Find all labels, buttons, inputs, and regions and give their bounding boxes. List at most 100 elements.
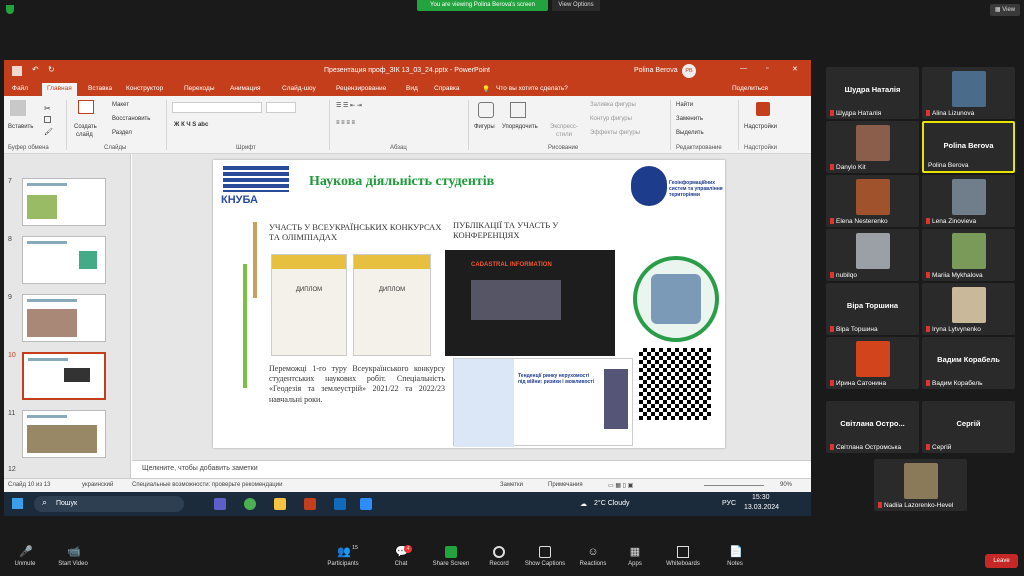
- section-button[interactable]: Раздел: [112, 130, 132, 136]
- chat-button[interactable]: 💬 4 Chat: [378, 545, 424, 567]
- participant-tile[interactable]: Mariia Mykhalova: [922, 229, 1015, 281]
- shape-outline-button[interactable]: Контур фигуры: [590, 116, 632, 122]
- notes-pane[interactable]: Щелкните, чтобы добавить заметки: [132, 460, 811, 478]
- record-button[interactable]: Record: [476, 546, 522, 567]
- accessibility-status[interactable]: Специальные возможности: проверьте реком…: [132, 482, 282, 488]
- redo-icon[interactable]: ↻: [48, 65, 55, 74]
- paste-icon[interactable]: [10, 100, 26, 116]
- slide-thumbnail[interactable]: [22, 236, 106, 284]
- participant-tile[interactable]: Lena Zinovieva: [922, 175, 1015, 227]
- notes-toggle[interactable]: Заметки: [500, 482, 523, 488]
- quick-styles-button-line2[interactable]: стили: [556, 132, 572, 138]
- tab-transitions[interactable]: Переходы: [184, 85, 215, 92]
- participant-tile[interactable]: Шудра Наталія Шудра Наталія: [826, 67, 919, 119]
- share-screen-button[interactable]: Share Screen: [428, 546, 474, 567]
- new-slide-button-line2[interactable]: слайд: [76, 132, 93, 138]
- windows-start-icon[interactable]: [12, 498, 23, 509]
- tab-file[interactable]: Файл: [12, 85, 28, 92]
- cut-icon[interactable]: ✂: [44, 104, 51, 113]
- arrange-icon[interactable]: [510, 102, 526, 118]
- tab-design[interactable]: Конструктор: [126, 85, 163, 92]
- language-text[interactable]: РУС: [722, 500, 736, 507]
- participant-tile[interactable]: Вадим Корабель Вадим Корабель: [922, 337, 1015, 389]
- reactions-button[interactable]: ☺ Reactions: [570, 546, 616, 567]
- user-avatar[interactable]: PB: [682, 64, 696, 78]
- tab-insert[interactable]: Вставка: [88, 85, 112, 92]
- addins-icon[interactable]: [756, 102, 770, 116]
- shapes-button[interactable]: Фигуры: [474, 124, 495, 130]
- bold-icon[interactable]: Ж К Ч S abc: [174, 122, 208, 128]
- tab-slideshow[interactable]: Слайд-шоу: [282, 85, 316, 92]
- close-icon[interactable]: ✕: [792, 65, 798, 73]
- slide-thumbnails-pane[interactable]: 7 8 9 10 11 12: [4, 154, 131, 478]
- leave-button[interactable]: Leave: [985, 554, 1018, 568]
- apps-button[interactable]: ▦ Apps: [612, 546, 658, 567]
- participant-tile[interactable]: nubilqo: [826, 229, 919, 281]
- zoom-slider[interactable]: [704, 485, 764, 486]
- copy-icon[interactable]: [44, 116, 51, 123]
- tab-home[interactable]: Главная: [42, 83, 77, 96]
- participant-tile[interactable]: Iryna Lytvynenko: [922, 283, 1015, 335]
- outlook-icon[interactable]: [334, 498, 346, 510]
- zoom-icon[interactable]: [360, 498, 372, 510]
- explorer-icon[interactable]: [274, 498, 286, 510]
- shape-fill-button[interactable]: Заливка фигуры: [590, 102, 636, 108]
- participant-tile[interactable]: Elena Nesterenko: [826, 175, 919, 227]
- clock-time[interactable]: 15:30: [752, 494, 770, 501]
- participants-button[interactable]: 👥 15 Participants: [320, 545, 366, 567]
- whiteboards-button[interactable]: Whiteboards: [660, 546, 706, 567]
- start-video-button[interactable]: 📹 Start Video: [50, 546, 96, 567]
- powerpoint-icon[interactable]: [304, 498, 316, 510]
- font-size-select[interactable]: [266, 102, 296, 113]
- maximize-icon[interactable]: ▫: [766, 65, 768, 72]
- undo-icon[interactable]: ↶: [32, 65, 39, 74]
- teams-icon[interactable]: [214, 498, 226, 510]
- participant-tile[interactable]: Світлана Остро... Світлана Остромська: [826, 401, 919, 453]
- participant-tile[interactable]: Alina Lizunova: [922, 67, 1015, 119]
- align-icon[interactable]: ≡ ≡ ≡ ≡: [336, 120, 355, 126]
- zoom-level[interactable]: 90%: [780, 482, 792, 488]
- slide-thumbnail-selected[interactable]: [22, 352, 106, 400]
- shapes-icon[interactable]: [478, 102, 494, 118]
- slide-thumbnail[interactable]: [22, 294, 106, 342]
- chrome-icon[interactable]: [244, 498, 256, 510]
- weather-text[interactable]: 2°C Cloudy: [594, 500, 629, 507]
- select-button[interactable]: Выделить: [676, 130, 704, 136]
- new-slide-icon[interactable]: [78, 100, 94, 114]
- tell-me-input[interactable]: Что вы хотите сделать?: [496, 85, 568, 92]
- show-captions-button[interactable]: Show Captions: [522, 546, 568, 567]
- replace-button[interactable]: Заменить: [676, 116, 703, 122]
- format-painter-icon[interactable]: 🖌: [44, 128, 53, 136]
- list-icon[interactable]: ☰ ☰ ⇤ ⇥: [336, 102, 362, 109]
- slide[interactable]: КНУБА Наукова діяльність студентів Геоін…: [213, 160, 725, 448]
- addins-button[interactable]: Надстройки: [744, 124, 777, 130]
- security-shield-icon[interactable]: [6, 5, 14, 14]
- find-button[interactable]: Найти: [676, 102, 693, 108]
- minimize-icon[interactable]: —: [740, 65, 747, 72]
- participant-tile[interactable]: Ирина Сатонина: [826, 337, 919, 389]
- slide-thumbnail[interactable]: [22, 178, 106, 226]
- paste-button[interactable]: Вставить: [8, 124, 33, 130]
- clock-date[interactable]: 13.03.2024: [744, 504, 779, 511]
- tab-animations[interactable]: Анимация: [230, 85, 261, 92]
- view-options-button[interactable]: View Options: [552, 0, 600, 11]
- participant-tile[interactable]: Віра Торшина Віра Торшина: [826, 283, 919, 335]
- arrange-button[interactable]: Упорядочить: [502, 124, 538, 130]
- slide-thumbnail[interactable]: [22, 410, 106, 458]
- font-name-select[interactable]: [172, 102, 262, 113]
- view-normal-icon[interactable]: ▭ ▦ ▯ ▣: [608, 482, 633, 489]
- participant-tile[interactable]: Danylo Kit: [826, 121, 919, 173]
- participant-tile-active-speaker[interactable]: Polina Berova Polina Berova: [922, 121, 1015, 173]
- language-indicator[interactable]: украинский: [82, 482, 113, 488]
- quick-styles-button[interactable]: Экспресс-: [550, 124, 578, 130]
- layout-button[interactable]: Макет: [112, 102, 129, 108]
- unmute-button[interactable]: 🎤 Unmute: [2, 546, 48, 567]
- participant-tile[interactable]: Nadiia Lazorenko-Hevel: [874, 459, 967, 511]
- notes-button[interactable]: 📄 Notes: [712, 546, 758, 567]
- comments-toggle[interactable]: Примечания: [548, 482, 583, 488]
- tab-view[interactable]: Вид: [406, 85, 418, 92]
- new-slide-button[interactable]: Создать: [74, 124, 97, 130]
- participant-tile[interactable]: Сергій Сергій: [922, 401, 1015, 453]
- tab-help[interactable]: Справка: [434, 85, 460, 92]
- view-button[interactable]: ▦ View: [990, 4, 1020, 16]
